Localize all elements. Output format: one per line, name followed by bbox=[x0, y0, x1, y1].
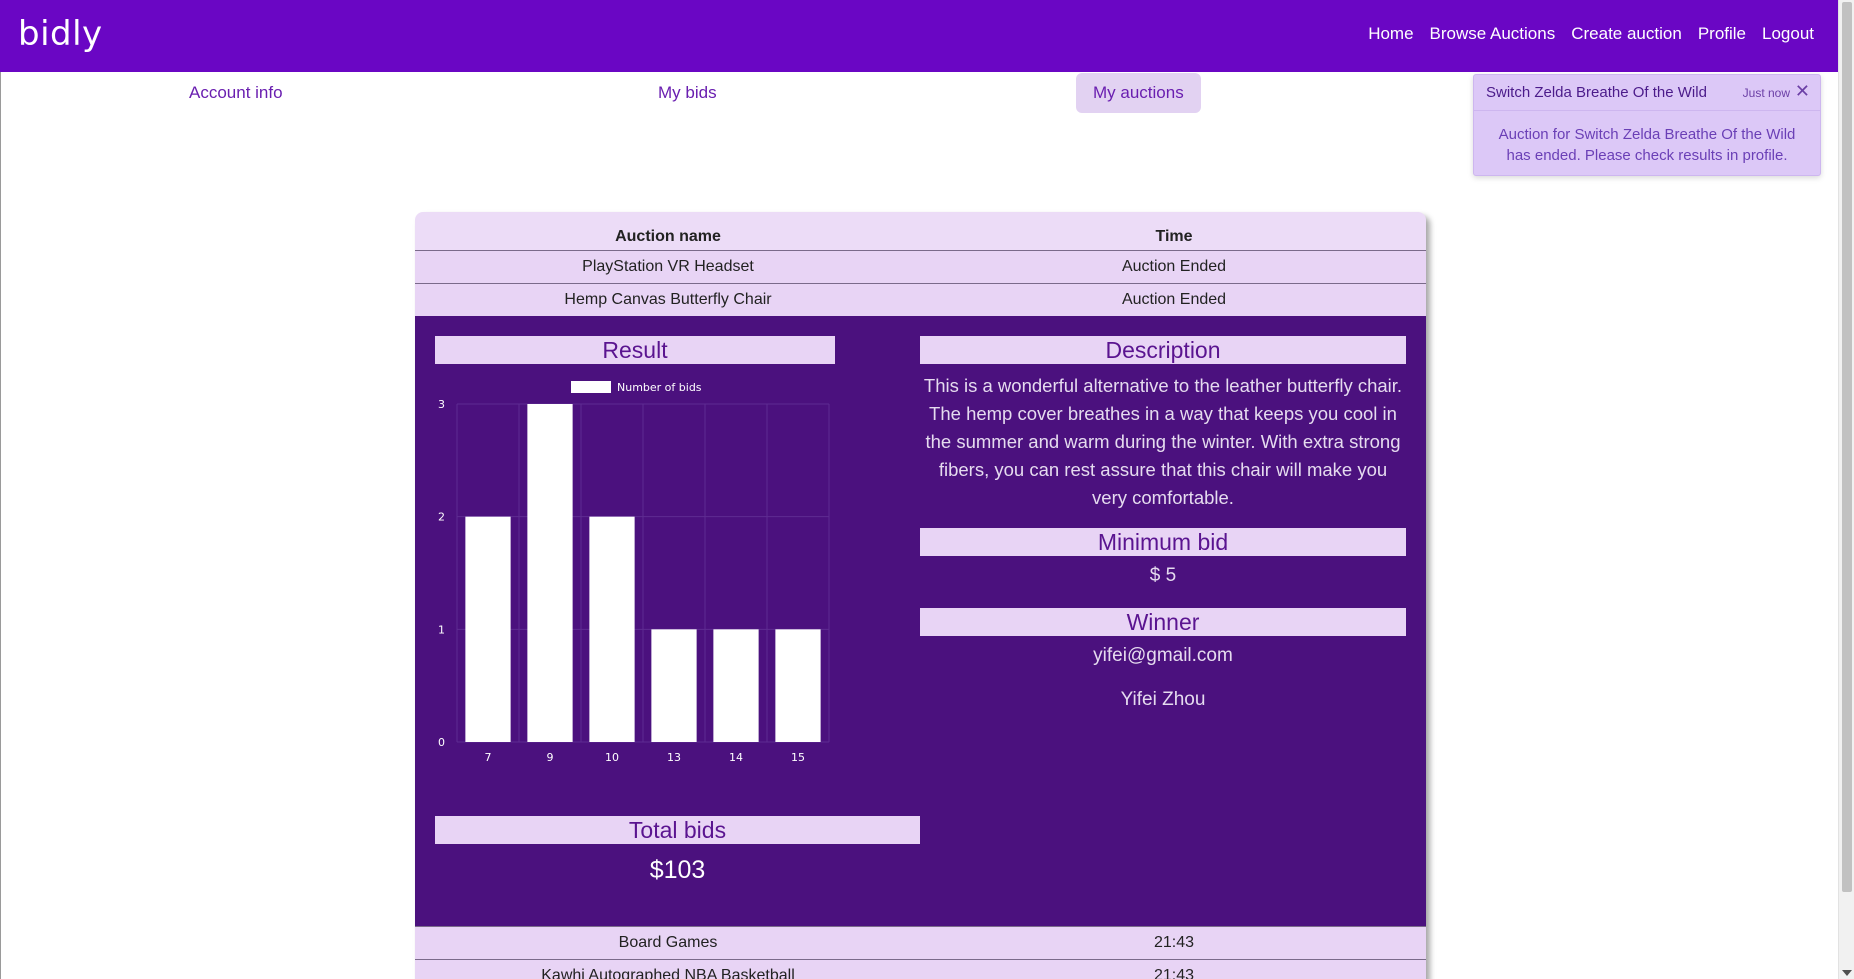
brand-logo[interactable]: bidly bbox=[18, 14, 103, 54]
tab-my-bids[interactable]: My bids bbox=[641, 73, 734, 113]
x-tick-label: 15 bbox=[791, 751, 805, 764]
column-header-auction-name: Auction name bbox=[615, 228, 721, 245]
chart-bar bbox=[713, 629, 759, 742]
page-scrollbar[interactable] bbox=[1838, 0, 1854, 979]
auction-time-cell: 21:43 bbox=[1153, 934, 1195, 951]
column-header-time: Time bbox=[1155, 228, 1193, 245]
description-text: This is a wonderful alternative to the l… bbox=[923, 375, 1403, 508]
notification-toast: Switch Zelda Breathe Of the Wild Just no… bbox=[1473, 74, 1821, 176]
minimum-bid-value: $ 5 bbox=[1149, 565, 1177, 586]
nav-home-link[interactable]: Home bbox=[1368, 24, 1413, 44]
table-header: Auction name Time bbox=[415, 212, 1426, 250]
auction-name-cell: Kawhi Autographed NBA Basketball bbox=[541, 967, 795, 979]
navbar: bidly Home Browse Auctions Create auctio… bbox=[0, 0, 1838, 72]
winner-heading: Winner bbox=[920, 608, 1406, 636]
chart-bar bbox=[775, 629, 821, 742]
nav-profile-link[interactable]: Profile bbox=[1698, 24, 1746, 44]
x-tick-label: 13 bbox=[667, 751, 681, 764]
chart-bar bbox=[465, 516, 511, 742]
auctions-table: Auction name Time PlayStation VR Headset… bbox=[415, 212, 1426, 979]
chart-bar bbox=[589, 516, 635, 742]
nav-links: Home Browse Auctions Create auction Prof… bbox=[1368, 24, 1814, 44]
toast-time: Just now bbox=[1742, 86, 1790, 100]
auction-name-cell: Board Games bbox=[618, 934, 718, 951]
auction-time-cell: 21:43 bbox=[1153, 967, 1195, 979]
toast-message: Auction for Switch Zelda Breathe Of the … bbox=[1498, 126, 1796, 164]
legend-label: Number of bids bbox=[617, 381, 702, 394]
toast-title: Switch Zelda Breathe Of the Wild bbox=[1486, 84, 1707, 101]
toast-header: Switch Zelda Breathe Of the Wild Just no… bbox=[1474, 75, 1820, 111]
total-bids-heading: Total bids bbox=[435, 816, 920, 844]
minimum-bid-heading: Minimum bid bbox=[920, 528, 1406, 556]
legend-swatch bbox=[571, 381, 611, 393]
y-tick-label: 1 bbox=[438, 623, 445, 636]
bids-bar-chart: 0 1 2 3 7 9 10 13 14 15 Number of bids bbox=[438, 381, 830, 764]
description-heading: Description bbox=[920, 336, 1406, 364]
y-tick-label: 3 bbox=[438, 398, 445, 411]
y-tick-label: 2 bbox=[438, 511, 445, 524]
auction-detail-panel: Result 0 1 2 3 7 9 10 13 14 15 Number of bids Desc… bbox=[415, 316, 1426, 926]
table-row[interactable]: Kawhi Autographed NBA Basketball 21:43 bbox=[415, 959, 1426, 979]
tab-my-auctions[interactable]: My auctions bbox=[1076, 73, 1201, 113]
chart-bar bbox=[527, 404, 573, 742]
total-bids-value: $103 bbox=[649, 856, 706, 884]
table-row[interactable]: Board Games 21:43 bbox=[415, 926, 1426, 959]
winner-name: Yifei Zhou bbox=[1120, 689, 1206, 710]
profile-tabs: Account info My bids My auctions bbox=[0, 73, 1440, 113]
x-tick-label: 9 bbox=[547, 751, 554, 764]
scroll-down-arrow-icon[interactable] bbox=[1842, 970, 1852, 976]
scrollbar-thumb[interactable] bbox=[1842, 2, 1852, 892]
chart-bar bbox=[651, 629, 697, 742]
nav-create-auction-link[interactable]: Create auction bbox=[1571, 24, 1682, 44]
auction-time-cell: Auction Ended bbox=[1121, 258, 1227, 275]
nav-browse-auctions-link[interactable]: Browse Auctions bbox=[1430, 24, 1556, 44]
x-tick-label: 14 bbox=[729, 751, 743, 764]
auction-name-cell: PlayStation VR Headset bbox=[582, 258, 754, 275]
auction-time-cell: Auction Ended bbox=[1121, 291, 1227, 308]
x-tick-label: 10 bbox=[605, 751, 619, 764]
winner-email: yifei@gmail.com bbox=[1093, 645, 1233, 666]
x-tick-label: 7 bbox=[485, 751, 492, 764]
page-border bbox=[0, 72, 1, 979]
y-tick-label: 0 bbox=[438, 736, 445, 749]
table-row[interactable]: Hemp Canvas Butterfly Chair Auction Ende… bbox=[415, 283, 1426, 316]
close-icon[interactable]: ✕ bbox=[1795, 81, 1810, 102]
tab-account-info[interactable]: Account info bbox=[172, 73, 300, 113]
auction-name-cell: Hemp Canvas Butterfly Chair bbox=[564, 291, 772, 308]
table-row[interactable]: PlayStation VR Headset Auction Ended bbox=[415, 250, 1426, 283]
nav-logout-link[interactable]: Logout bbox=[1762, 24, 1814, 44]
